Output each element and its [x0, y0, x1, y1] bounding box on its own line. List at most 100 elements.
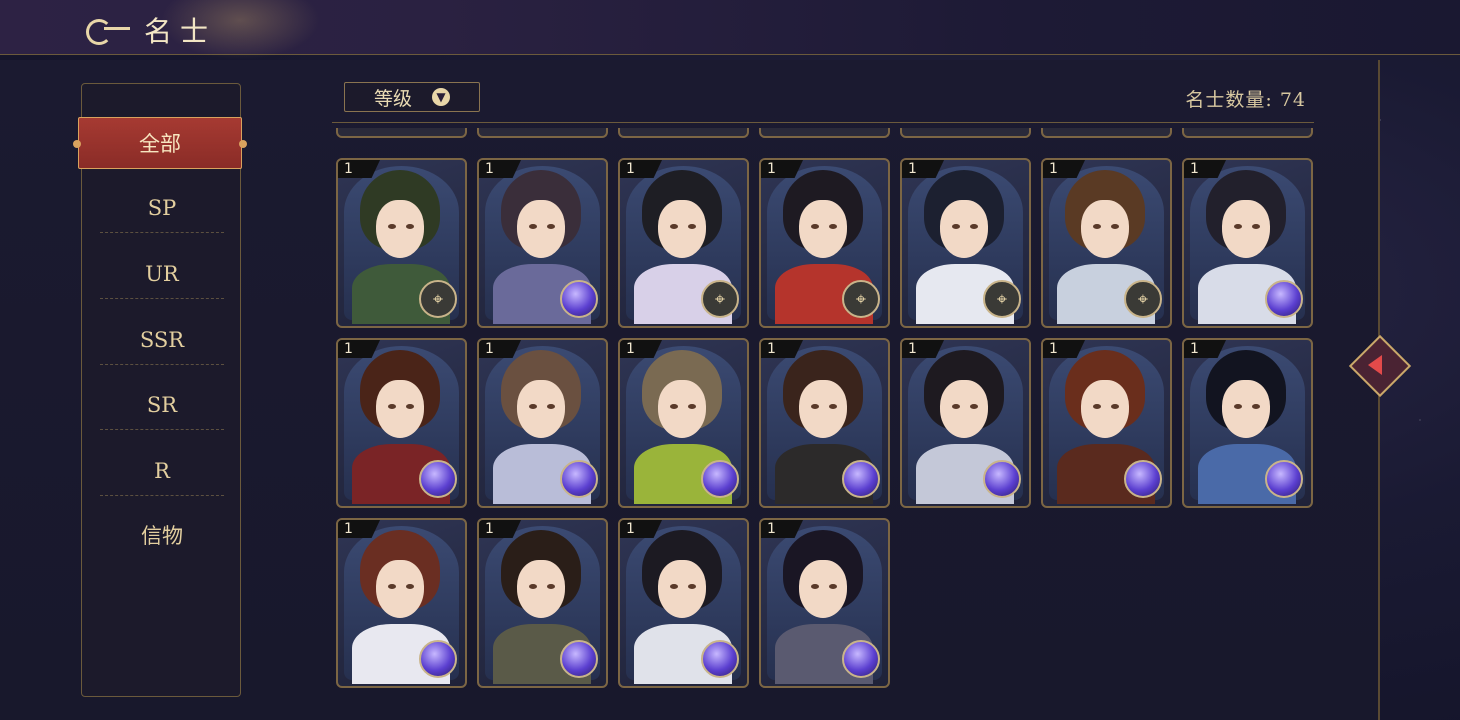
partial-card[interactable]: [759, 128, 890, 138]
hero-eye: [406, 404, 414, 409]
hero-face: [1222, 200, 1270, 258]
hero-eye: [970, 404, 978, 409]
sidebar-item-label: 全部: [139, 132, 181, 156]
compass-icon: [701, 280, 739, 318]
hero-eye: [970, 224, 978, 229]
orb-icon: [701, 640, 739, 678]
hero-eye: [1111, 224, 1119, 229]
hero-eye: [547, 584, 555, 589]
hero-card[interactable]: 1: [618, 518, 749, 688]
category-sidebar: 全部 SP UR SSR SR R 信物: [73, 83, 247, 697]
hero-card[interactable]: 1: [477, 518, 608, 688]
hero-eye: [388, 224, 396, 229]
orb-icon: [560, 460, 598, 498]
sidebar-item-token[interactable]: 信物: [100, 511, 224, 559]
hero-face: [658, 380, 706, 438]
sidebar-item-all[interactable]: 全部: [73, 117, 247, 169]
partial-card[interactable]: [477, 128, 608, 138]
orb-icon: [701, 460, 739, 498]
hero-eye: [1234, 224, 1242, 229]
arrow-left-icon: [1368, 355, 1382, 375]
partial-card[interactable]: [1182, 128, 1313, 138]
hero-card[interactable]: 1: [336, 518, 467, 688]
hero-eye: [811, 224, 819, 229]
orb-icon: [419, 460, 457, 498]
orb-icon: [983, 460, 1021, 498]
hero-card[interactable]: 1: [1182, 338, 1313, 508]
hero-face: [940, 200, 988, 258]
partial-card[interactable]: [900, 128, 1031, 138]
sidebar-item-label: UR: [145, 262, 179, 286]
hero-eye: [1252, 224, 1260, 229]
hero-card[interactable]: 1: [1041, 158, 1172, 328]
hero-face: [1081, 380, 1129, 438]
orb-icon: [842, 640, 880, 678]
chevron-down-icon: ▼: [432, 88, 450, 106]
hero-card[interactable]: 1: [477, 158, 608, 328]
hero-card[interactable]: 1: [759, 158, 890, 328]
sort-dropdown[interactable]: 等级 ▼: [344, 82, 480, 112]
hero-eye: [829, 584, 837, 589]
hero-face: [376, 560, 424, 618]
orb-icon: [1265, 280, 1303, 318]
sort-dropdown-label: 等级: [373, 87, 412, 110]
hero-eye: [388, 584, 396, 589]
hero-eye: [811, 404, 819, 409]
sidebar-item-label: R: [154, 459, 170, 483]
sidebar-item-ssr[interactable]: SSR: [100, 316, 224, 365]
partial-card[interactable]: [336, 128, 467, 138]
hero-card[interactable]: 1: [618, 338, 749, 508]
hero-card[interactable]: 1: [618, 158, 749, 328]
side-panel-toggle[interactable]: [1348, 322, 1412, 412]
hero-eye: [811, 584, 819, 589]
hero-eye: [1093, 404, 1101, 409]
hero-eye: [1252, 404, 1260, 409]
hero-face: [1222, 380, 1270, 438]
hero-eye: [670, 404, 678, 409]
hero-card[interactable]: 1: [900, 158, 1031, 328]
sidebar-item-r[interactable]: R: [100, 447, 224, 496]
sidebar-item-sp[interactable]: SP: [100, 184, 224, 233]
compass-icon: [419, 280, 457, 318]
hero-eye: [406, 584, 414, 589]
hero-card[interactable]: 1: [477, 338, 608, 508]
hero-card[interactable]: 1: [336, 338, 467, 508]
orb-icon: [419, 640, 457, 678]
hero-eye: [1111, 404, 1119, 409]
hero-card[interactable]: 1: [759, 338, 890, 508]
hero-face: [799, 200, 847, 258]
hero-face: [376, 200, 424, 258]
hero-eye: [829, 404, 837, 409]
sidebar-item-sr[interactable]: SR: [100, 381, 224, 430]
orb-icon: [560, 640, 598, 678]
hero-card[interactable]: 1: [1182, 158, 1313, 328]
hero-count: 名士数量: 74: [1185, 89, 1306, 111]
hero-eye: [406, 224, 414, 229]
partial-card[interactable]: [618, 128, 749, 138]
sidebar-item-ur[interactable]: UR: [100, 250, 224, 299]
hero-card[interactable]: 1: [336, 158, 467, 328]
hero-eye: [529, 584, 537, 589]
hero-face: [799, 380, 847, 438]
hero-eye: [688, 404, 696, 409]
hero-card[interactable]: 1: [759, 518, 890, 688]
hero-face: [658, 200, 706, 258]
orb-icon: [1265, 460, 1303, 498]
orb-icon: [842, 460, 880, 498]
orb-icon: [560, 280, 598, 318]
hero-face: [517, 200, 565, 258]
hero-eye: [829, 224, 837, 229]
hero-card[interactable]: 1: [900, 338, 1031, 508]
compass-icon: [983, 280, 1021, 318]
hero-eye: [952, 404, 960, 409]
hero-eye: [547, 224, 555, 229]
hero-eye: [952, 224, 960, 229]
title-area: 名士: [84, 10, 216, 50]
partial-card[interactable]: [1041, 128, 1172, 138]
hero-eye: [529, 224, 537, 229]
hero-face: [940, 380, 988, 438]
compass-icon: [1124, 280, 1162, 318]
hero-card[interactable]: 1: [1041, 338, 1172, 508]
sidebar-item-label: SR: [146, 393, 178, 417]
hero-face: [799, 560, 847, 618]
